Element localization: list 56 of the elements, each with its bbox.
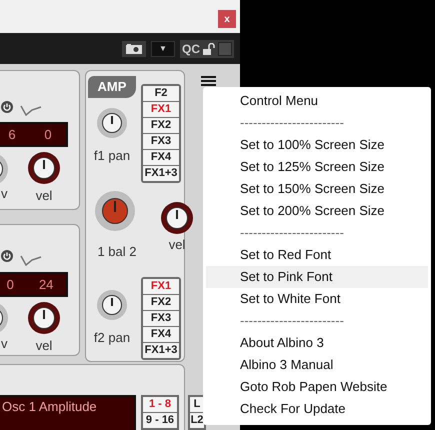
menu-item[interactable]: Set to 200% Screen Size bbox=[206, 200, 428, 222]
close-button[interactable]: x bbox=[218, 10, 236, 28]
power-icon[interactable] bbox=[1, 250, 13, 262]
dropdown-button[interactable]: ▼ bbox=[151, 40, 175, 56]
menu-item[interactable]: Set to Red Font bbox=[206, 244, 428, 266]
qc-label[interactable]: QC bbox=[182, 40, 200, 58]
menu-item[interactable]: Control Menu bbox=[206, 90, 428, 112]
menu-item[interactable]: Set to 150% Screen Size bbox=[206, 178, 428, 200]
menu-item[interactable]: Set to 125% Screen Size bbox=[206, 156, 428, 178]
camera-button[interactable] bbox=[122, 40, 146, 56]
fx-button[interactable]: FX2 bbox=[143, 118, 179, 133]
side-button[interactable]: L bbox=[190, 397, 204, 412]
fx-button[interactable]: FX4 bbox=[143, 327, 179, 342]
menu-separator: ------------------------ bbox=[239, 312, 345, 330]
knob-label: f1 pan bbox=[92, 147, 132, 165]
envelope-icon bbox=[20, 254, 42, 266]
fx-button[interactable]: FX1 bbox=[143, 102, 179, 117]
knob-label: v bbox=[1, 185, 8, 203]
fx-button[interactable]: FX3 bbox=[143, 311, 179, 326]
fx-button[interactable]: FX1 bbox=[143, 279, 179, 294]
menu-item[interactable]: Goto Rob Papen Website bbox=[206, 376, 428, 398]
knob-label: vel bbox=[34, 337, 54, 355]
knob-label: f2 pan bbox=[92, 329, 132, 347]
display-value: 0 bbox=[44, 126, 52, 144]
display-value: 24 bbox=[38, 276, 54, 294]
knob-label: vel bbox=[34, 187, 54, 205]
knob-label: vel bbox=[168, 236, 186, 254]
menu-item[interactable]: Set to White Font bbox=[206, 288, 428, 310]
display-line: Osc 1 Amplitude bbox=[2, 399, 97, 414]
display-value: 6 bbox=[8, 126, 16, 144]
menu-separator: ------------------------ bbox=[239, 224, 345, 242]
power-icon[interactable] bbox=[1, 101, 13, 113]
page-button[interactable]: 1 - 8 bbox=[143, 397, 177, 412]
menu-item[interactable]: Set to Pink Font bbox=[206, 266, 428, 288]
menu-item[interactable]: Albino 3 Manual bbox=[206, 354, 428, 376]
fx-button[interactable]: FX1+3 bbox=[143, 343, 179, 358]
amp-title: AMP bbox=[88, 76, 136, 98]
side-button[interactable]: L2 bbox=[190, 413, 204, 428]
page-button[interactable]: 9 - 16 bbox=[143, 413, 177, 428]
menu-icon[interactable] bbox=[201, 76, 216, 88]
menu-separator: ------------------------ bbox=[239, 114, 345, 132]
fx-button[interactable]: F2 bbox=[143, 86, 179, 101]
camera-icon bbox=[126, 44, 142, 54]
fx-button[interactable]: FX4 bbox=[143, 150, 179, 165]
fx-button[interactable]: FX3 bbox=[143, 134, 179, 149]
menu-item[interactable]: Set to 100% Screen Size bbox=[206, 134, 428, 156]
toggle-square[interactable] bbox=[218, 42, 232, 56]
knob-label: 1 bal 2 bbox=[96, 243, 138, 261]
envelope-icon bbox=[20, 104, 42, 116]
fx-button[interactable]: FX1+3 bbox=[143, 166, 179, 181]
knob-label: v bbox=[1, 335, 8, 353]
menu-item[interactable]: About Albino 3 bbox=[206, 332, 428, 354]
menu-item[interactable]: Check For Update bbox=[206, 398, 428, 420]
display-value: 0 bbox=[6, 276, 14, 294]
unlocked-padlock-icon[interactable] bbox=[203, 42, 215, 54]
fx-button[interactable]: FX2 bbox=[143, 295, 179, 310]
